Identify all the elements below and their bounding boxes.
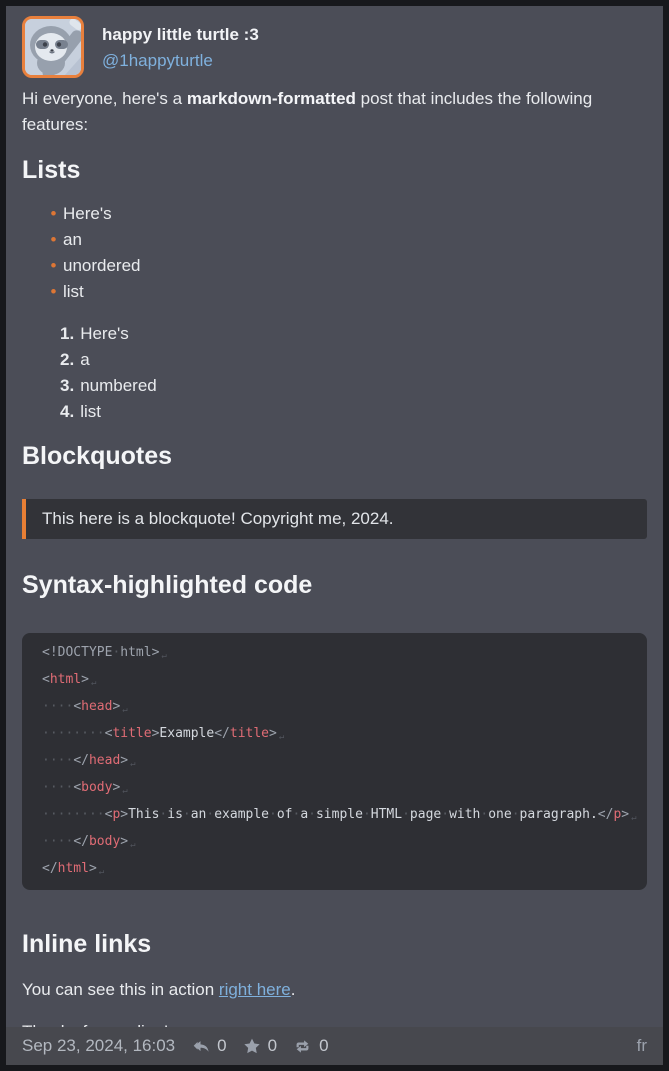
post-content: happy little turtle :3 @1happyturtle Hi …: [6, 6, 663, 1027]
code-line: </html>↵: [42, 857, 627, 884]
favourite-button[interactable]: 0: [243, 1036, 277, 1056]
heading-blockquotes: Blockquotes: [22, 442, 647, 471]
post-card: happy little turtle :3 @1happyturtle Hi …: [0, 0, 669, 1071]
reply-count: 0: [217, 1036, 226, 1056]
newline-marker: ↵: [161, 651, 166, 661]
list-item: 2. a: [22, 347, 647, 373]
reply-button[interactable]: 0: [191, 1036, 226, 1056]
list-item-number: 2.: [60, 350, 74, 369]
newline-marker: ↵: [99, 867, 104, 877]
unordered-list: •Here's•an•unordered•list: [22, 201, 647, 305]
code-line: ········<title>Example</title>↵: [42, 722, 627, 749]
boost-icon: [293, 1037, 312, 1056]
link-text-before: You can see this in action: [22, 980, 219, 999]
newline-marker: ↵: [631, 813, 636, 823]
bullet-marker: •: [44, 227, 63, 253]
list-item-text: an: [63, 227, 82, 253]
boost-button[interactable]: 0: [293, 1036, 328, 1056]
list-item-text: unordered: [63, 253, 141, 279]
code-line: <html>↵: [42, 668, 627, 695]
list-item-text: Here's: [80, 324, 129, 343]
code-line: <!DOCTYPE·html>↵: [42, 641, 627, 668]
list-item-number: 1.: [60, 324, 74, 343]
author-handle[interactable]: @1happyturtle: [102, 48, 259, 74]
list-item: •list: [22, 279, 647, 305]
list-item-text: a: [80, 350, 89, 369]
post-header: happy little turtle :3 @1happyturtle: [22, 16, 647, 78]
list-item: •unordered: [22, 253, 647, 279]
list-item: 1. Here's: [22, 321, 647, 347]
outro-paragraph: Thanks for reading!: [22, 1019, 647, 1027]
boost-count: 0: [319, 1036, 328, 1056]
blockquote: This here is a blockquote! Copyright me,…: [22, 499, 647, 539]
newline-marker: ↵: [130, 840, 135, 850]
heading-inline-links: Inline links: [22, 930, 647, 959]
avatar[interactable]: [22, 16, 84, 78]
code-line: ····<head>↵: [42, 695, 627, 722]
code-line: ····<body>↵: [42, 776, 627, 803]
list-item-text: Here's: [63, 201, 112, 227]
inline-links-paragraph: You can see this in action right here.: [22, 977, 647, 1003]
list-item-text: list: [63, 279, 84, 305]
bullet-marker: •: [44, 201, 63, 227]
newline-marker: ↵: [122, 786, 127, 796]
ordered-list: 1. Here's 2. a 3. numbered 4. list: [22, 321, 647, 425]
right-here-link[interactable]: right here: [219, 980, 291, 999]
timestamp[interactable]: Sep 23, 2024, 16:03: [22, 1036, 175, 1056]
reply-icon: [191, 1037, 210, 1056]
list-item-number: 4.: [60, 402, 74, 421]
code-line: ····</head>↵: [42, 749, 627, 776]
list-item: •an: [22, 227, 647, 253]
language-tag: fr: [637, 1036, 647, 1056]
list-item: 3. numbered: [22, 373, 647, 399]
bullet-marker: •: [44, 253, 63, 279]
author-display-name: happy little turtle :3: [102, 22, 259, 48]
list-item: •Here's: [22, 201, 647, 227]
favourite-count: 0: [268, 1036, 277, 1056]
code-line: ····</body>↵: [42, 830, 627, 857]
link-text-after: .: [291, 980, 296, 999]
code-line: ········<p>This·is·an·example·of·a·simpl…: [42, 803, 627, 830]
heading-lists: Lists: [22, 156, 647, 185]
heading-syntax-highlighted-code: Syntax-highlighted code: [22, 571, 647, 600]
bullet-marker: •: [44, 279, 63, 305]
intro-paragraph: Hi everyone, here's a markdown-formatted…: [22, 86, 647, 138]
list-item-number: 3.: [60, 376, 74, 395]
newline-marker: ↵: [279, 732, 284, 742]
newline-marker: ↵: [122, 705, 127, 715]
star-icon: [243, 1037, 261, 1055]
list-item-text: numbered: [80, 376, 157, 395]
newline-marker: ↵: [91, 678, 96, 688]
intro-text-before: Hi everyone, here's a: [22, 89, 187, 108]
author-meta: happy little turtle :3 @1happyturtle: [102, 18, 259, 78]
code-block: <!DOCTYPE·html>↵<html>↵····<head>↵······…: [22, 633, 647, 890]
newline-marker: ↵: [130, 759, 135, 769]
list-item: 4. list: [22, 399, 647, 425]
list-item-text: list: [80, 402, 101, 421]
sloth-avatar-image: [25, 19, 81, 75]
post-footer: Sep 23, 2024, 16:03 0 0 0 fr: [6, 1027, 663, 1065]
intro-bold-text: markdown-formatted: [187, 89, 356, 108]
